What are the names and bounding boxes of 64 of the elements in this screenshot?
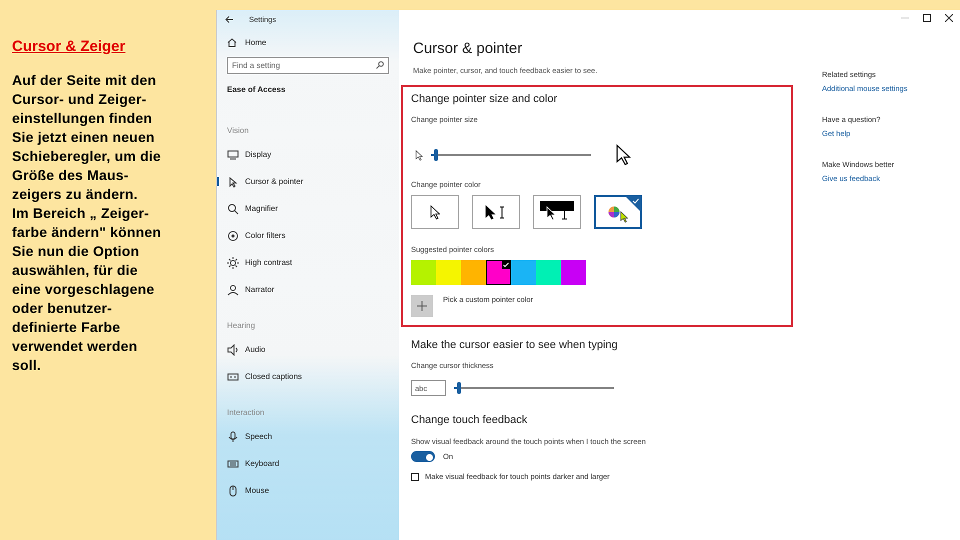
speaker-icon [227, 344, 239, 356]
section-heading: Change pointer size and color [411, 93, 558, 105]
section-heading: Change touch feedback [411, 414, 528, 426]
small-pointer-icon [415, 150, 423, 160]
check-icon [502, 261, 510, 269]
home-link[interactable]: Home [245, 38, 266, 47]
group-label: Interaction [227, 408, 264, 417]
group-label: Hearing [227, 321, 256, 330]
color-swatch[interactable] [561, 260, 586, 285]
pointer-color-option[interactable] [533, 195, 581, 229]
mouse-icon [227, 484, 239, 496]
home-icon[interactable] [227, 38, 237, 47]
pointer-color-option[interactable] [411, 195, 459, 229]
sidebar-item[interactable]: Cursor & pointer [217, 168, 399, 195]
checkbox[interactable] [411, 472, 419, 480]
sidebar-item[interactable]: Closed captions [217, 363, 399, 390]
color-swatch[interactable] [411, 260, 436, 285]
sidebar-item[interactable]: Mouse [217, 477, 399, 504]
narrator-icon [227, 284, 239, 296]
back-arrow-icon[interactable] [225, 16, 233, 22]
pointer-icon [227, 176, 239, 188]
section-heading: Ease of Access [226, 84, 286, 94]
sidebar-item[interactable]: Magnifier [217, 195, 399, 222]
section-heading: Make the cursor easier to see when typing [411, 339, 619, 351]
page-title: Cursor & pointer [413, 40, 524, 57]
color-wheel-icon [608, 206, 620, 218]
color-swatch[interactable] [486, 260, 511, 285]
color-swatch[interactable] [536, 260, 561, 285]
pointer-icon [485, 204, 507, 220]
search-icon [376, 61, 384, 69]
sidebar-item[interactable]: Speech [217, 423, 399, 450]
color-swatch[interactable] [436, 260, 461, 285]
slide-title: Cursor & Zeiger [12, 38, 126, 55]
pointer-color-option[interactable] [594, 195, 642, 229]
color-filter-icon [227, 230, 239, 242]
sidebar-item[interactable]: Audio [217, 336, 399, 363]
sun-icon [227, 256, 239, 268]
close-icon[interactable] [945, 14, 953, 22]
color-swatch[interactable] [461, 260, 486, 285]
search-field[interactable]: Find a setting [227, 57, 389, 74]
slide-text: Auf der Seite mit den Cursor- und Zeiger- einstellungen finden Sie jetzt einen neuen Schieberegler, um die Größe des Maus- zeigers zu ändern. Im Bereich „ Zeiger- farbe ändern" können Sie nun die Option auswählen, für die eine vorgeschlagene oder benutzer- definierte Farbe verwendet werden soll. [12, 71, 162, 375]
sidebar-item[interactable]: Display [217, 141, 399, 168]
display-icon [227, 148, 239, 160]
sidebar-item[interactable]: High contrast [217, 249, 399, 276]
toggle-switch[interactable] [411, 451, 435, 462]
add-color-button[interactable] [411, 295, 433, 317]
sidebar-item[interactable]: Keyboard [217, 450, 399, 477]
slider-thumb[interactable] [457, 382, 462, 394]
color-swatch[interactable] [511, 260, 536, 285]
maximize-icon[interactable] [923, 14, 931, 22]
microphone-icon [227, 430, 239, 442]
slider-thumb[interactable] [434, 149, 438, 161]
pointer-icon [430, 204, 440, 220]
captions-icon [227, 370, 239, 382]
plus-icon [417, 301, 427, 311]
pointer-color-option[interactable] [472, 195, 520, 229]
magnifier-icon [227, 202, 239, 214]
check-icon [626, 197, 640, 211]
pointer-icon [620, 211, 628, 223]
group-label: Vision [227, 126, 249, 135]
large-pointer-icon [615, 144, 631, 166]
keyboard-icon [227, 458, 239, 470]
sidebar-item[interactable]: Color filters [217, 222, 399, 249]
sidebar-item[interactable]: Narrator [217, 276, 399, 303]
